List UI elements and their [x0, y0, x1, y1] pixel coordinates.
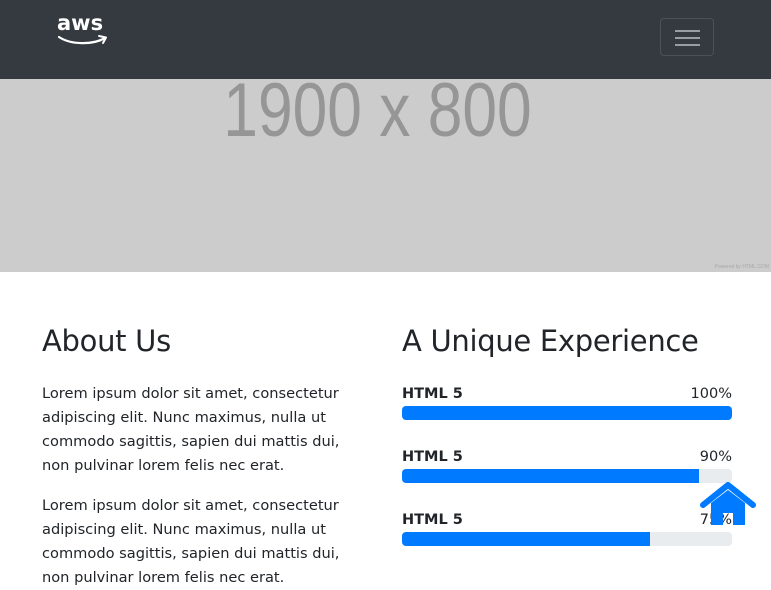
- about-paragraph-2: Lorem ipsum dolor sit amet, consectetur …: [42, 497, 340, 586]
- hamburger-menu-button[interactable]: [660, 18, 714, 56]
- experience-title: A Unique Experience: [402, 324, 699, 358]
- skill-progress-bar: [402, 406, 732, 420]
- skill-progress-fill: [402, 532, 650, 546]
- skill-item: HTML 5 75%: [402, 511, 732, 574]
- hero-placeholder-text: 1900 x 800: [223, 79, 532, 153]
- skill-percent: 100%: [690, 386, 732, 402]
- skill-progress-fill: [402, 406, 732, 420]
- home-icon: [700, 482, 756, 525]
- skill-name: HTML 5: [402, 449, 463, 465]
- logo-text: aws: [57, 11, 104, 35]
- skill-progress-fill: [402, 469, 699, 483]
- hero-image-placeholder: 1900 x 800 Powered by HTML.COM: [0, 79, 771, 272]
- about-section: About Us Lorem ipsum dolor sit amet, con…: [42, 320, 358, 590]
- skill-progress-bar: [402, 469, 732, 483]
- skill-progress-bar: [402, 532, 732, 546]
- navbar: aws: [0, 0, 771, 79]
- skill-item: HTML 5 90%: [402, 448, 732, 511]
- skill-name: HTML 5: [402, 386, 463, 402]
- about-paragraph-1: Lorem ipsum dolor sit amet, consectetur …: [42, 385, 340, 474]
- skill-item: HTML 5 100%: [402, 385, 732, 448]
- aws-smile-arrow-icon: [57, 35, 107, 45]
- about-title: About Us: [42, 324, 171, 358]
- skills-list: HTML 5 100% HTML 5 90% HTML 5 75%: [402, 385, 732, 574]
- skill-percent: 90%: [699, 449, 732, 465]
- skill-name: HTML 5: [402, 512, 463, 528]
- home-button[interactable]: [700, 481, 756, 527]
- experience-section: A Unique Experience HTML 5 100% HTML 5 9…: [402, 320, 732, 574]
- aws-logo[interactable]: aws: [57, 12, 111, 48]
- hero-credit: Powered by HTML.COM: [714, 264, 769, 270]
